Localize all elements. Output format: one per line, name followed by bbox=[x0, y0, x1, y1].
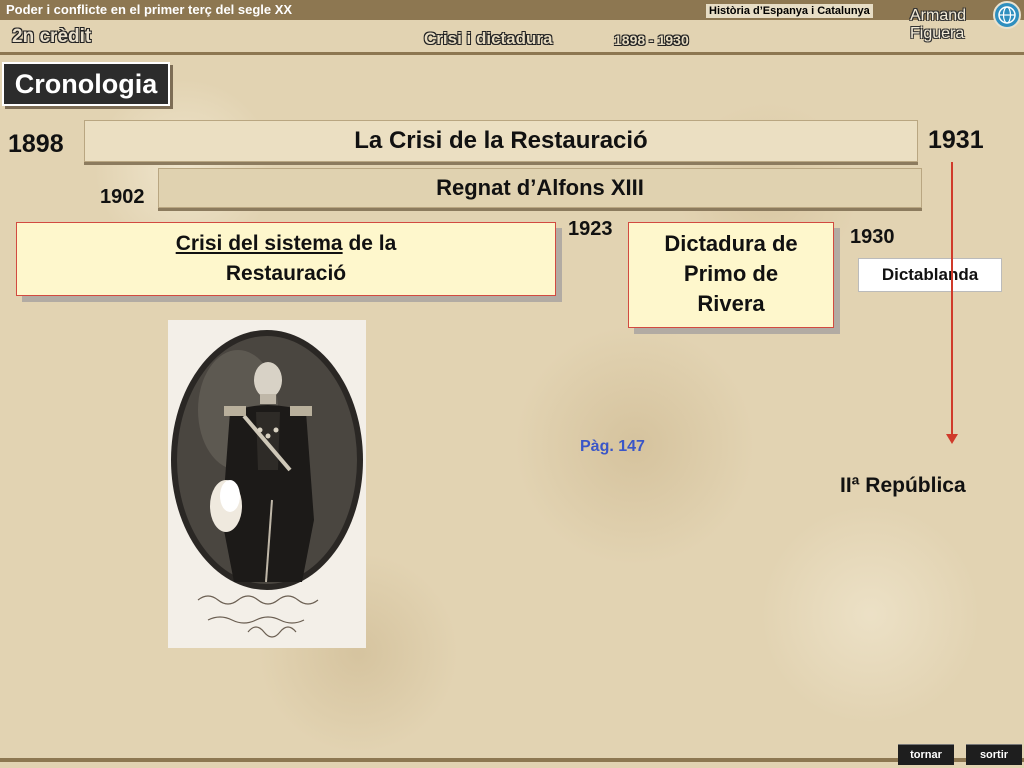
course-title: Poder i conflicte en el primer terç del … bbox=[6, 2, 293, 17]
restoration-crisis-bar: La Crisi de la Restauració bbox=[84, 120, 918, 162]
dictatorship-line2: Primo de bbox=[683, 261, 779, 286]
crisis-system-box[interactable]: Crisi del sistema de la Restauració bbox=[16, 222, 556, 296]
arrow-down-icon bbox=[946, 434, 958, 444]
author-first-name: Armand bbox=[910, 7, 967, 24]
primo-rivera-box[interactable]: Dictadura de Primo de Rivera bbox=[628, 222, 834, 328]
portrait-image bbox=[168, 320, 366, 648]
dictatorship-line3: Rivera bbox=[697, 291, 765, 316]
alfonso-reign-bar: Regnat d’Alfons XIII bbox=[158, 168, 922, 208]
crisis-system-link[interactable]: Crisi del sistema bbox=[176, 232, 343, 255]
timeline-arrow-shaft bbox=[951, 162, 953, 436]
year-reign-start: 1902 bbox=[100, 186, 145, 208]
globe-logo-icon bbox=[993, 1, 1021, 29]
republic-label: IIª República bbox=[840, 474, 966, 497]
subject-label: Història d’Espanya i Catalunya bbox=[706, 4, 873, 18]
globe-icon bbox=[998, 6, 1016, 24]
year-dictatorship: 1923 bbox=[568, 218, 613, 240]
footer-divider bbox=[0, 758, 1024, 762]
credit-label: 2n crèdit bbox=[12, 26, 92, 47]
year-start: 1898 bbox=[8, 130, 64, 158]
crisis-system-text: de la bbox=[342, 232, 397, 255]
year-dictablanda: 1930 bbox=[850, 226, 895, 248]
page-reference-link[interactable]: Pàg. 147 bbox=[580, 438, 645, 456]
unit-years: 1898 - 1930 bbox=[614, 32, 689, 48]
author-last-name: Figuera bbox=[910, 25, 965, 42]
header-divider bbox=[0, 52, 1024, 55]
back-button[interactable]: tornar bbox=[898, 744, 954, 765]
alfonso-xiii-portrait bbox=[168, 320, 366, 648]
year-end: 1931 bbox=[928, 126, 984, 154]
unit-title: Crisi i dictadura bbox=[424, 29, 553, 48]
dictablanda-box[interactable]: Dictablanda bbox=[858, 258, 1002, 292]
exit-button[interactable]: sortir bbox=[966, 744, 1022, 765]
section-title: Cronologia bbox=[2, 62, 170, 106]
author-name: Armand Figuera bbox=[910, 7, 990, 43]
crisis-system-text-line2: Restauració bbox=[225, 262, 347, 285]
dictatorship-line1: Dictadura de bbox=[664, 231, 798, 256]
